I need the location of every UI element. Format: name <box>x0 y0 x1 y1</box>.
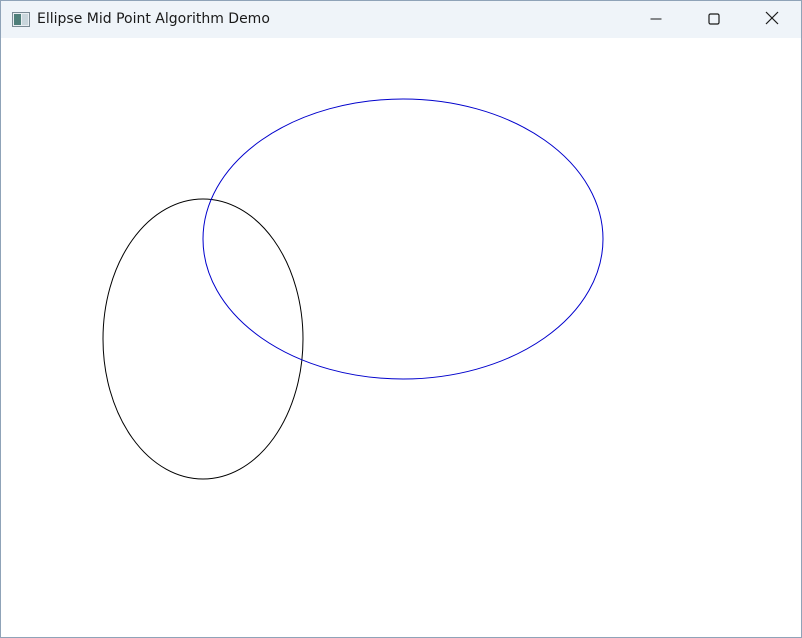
ellipse-canvas-svg <box>102 98 604 480</box>
title-bar[interactable]: Ellipse Mid Point Algorithm Demo <box>1 1 801 38</box>
window-title: Ellipse Mid Point Algorithm Demo <box>37 11 270 27</box>
app-window-icon <box>12 12 30 27</box>
maximize-icon <box>708 10 720 29</box>
app-window: Ellipse Mid Point Algorithm Demo <box>0 0 802 638</box>
close-button[interactable] <box>743 1 801 38</box>
close-icon <box>765 10 779 29</box>
ellipse-blue <box>202 98 604 380</box>
minimize-button[interactable] <box>627 1 685 38</box>
drawing-canvas <box>1 38 801 637</box>
maximize-button[interactable] <box>685 1 743 38</box>
minimize-icon <box>650 10 662 29</box>
